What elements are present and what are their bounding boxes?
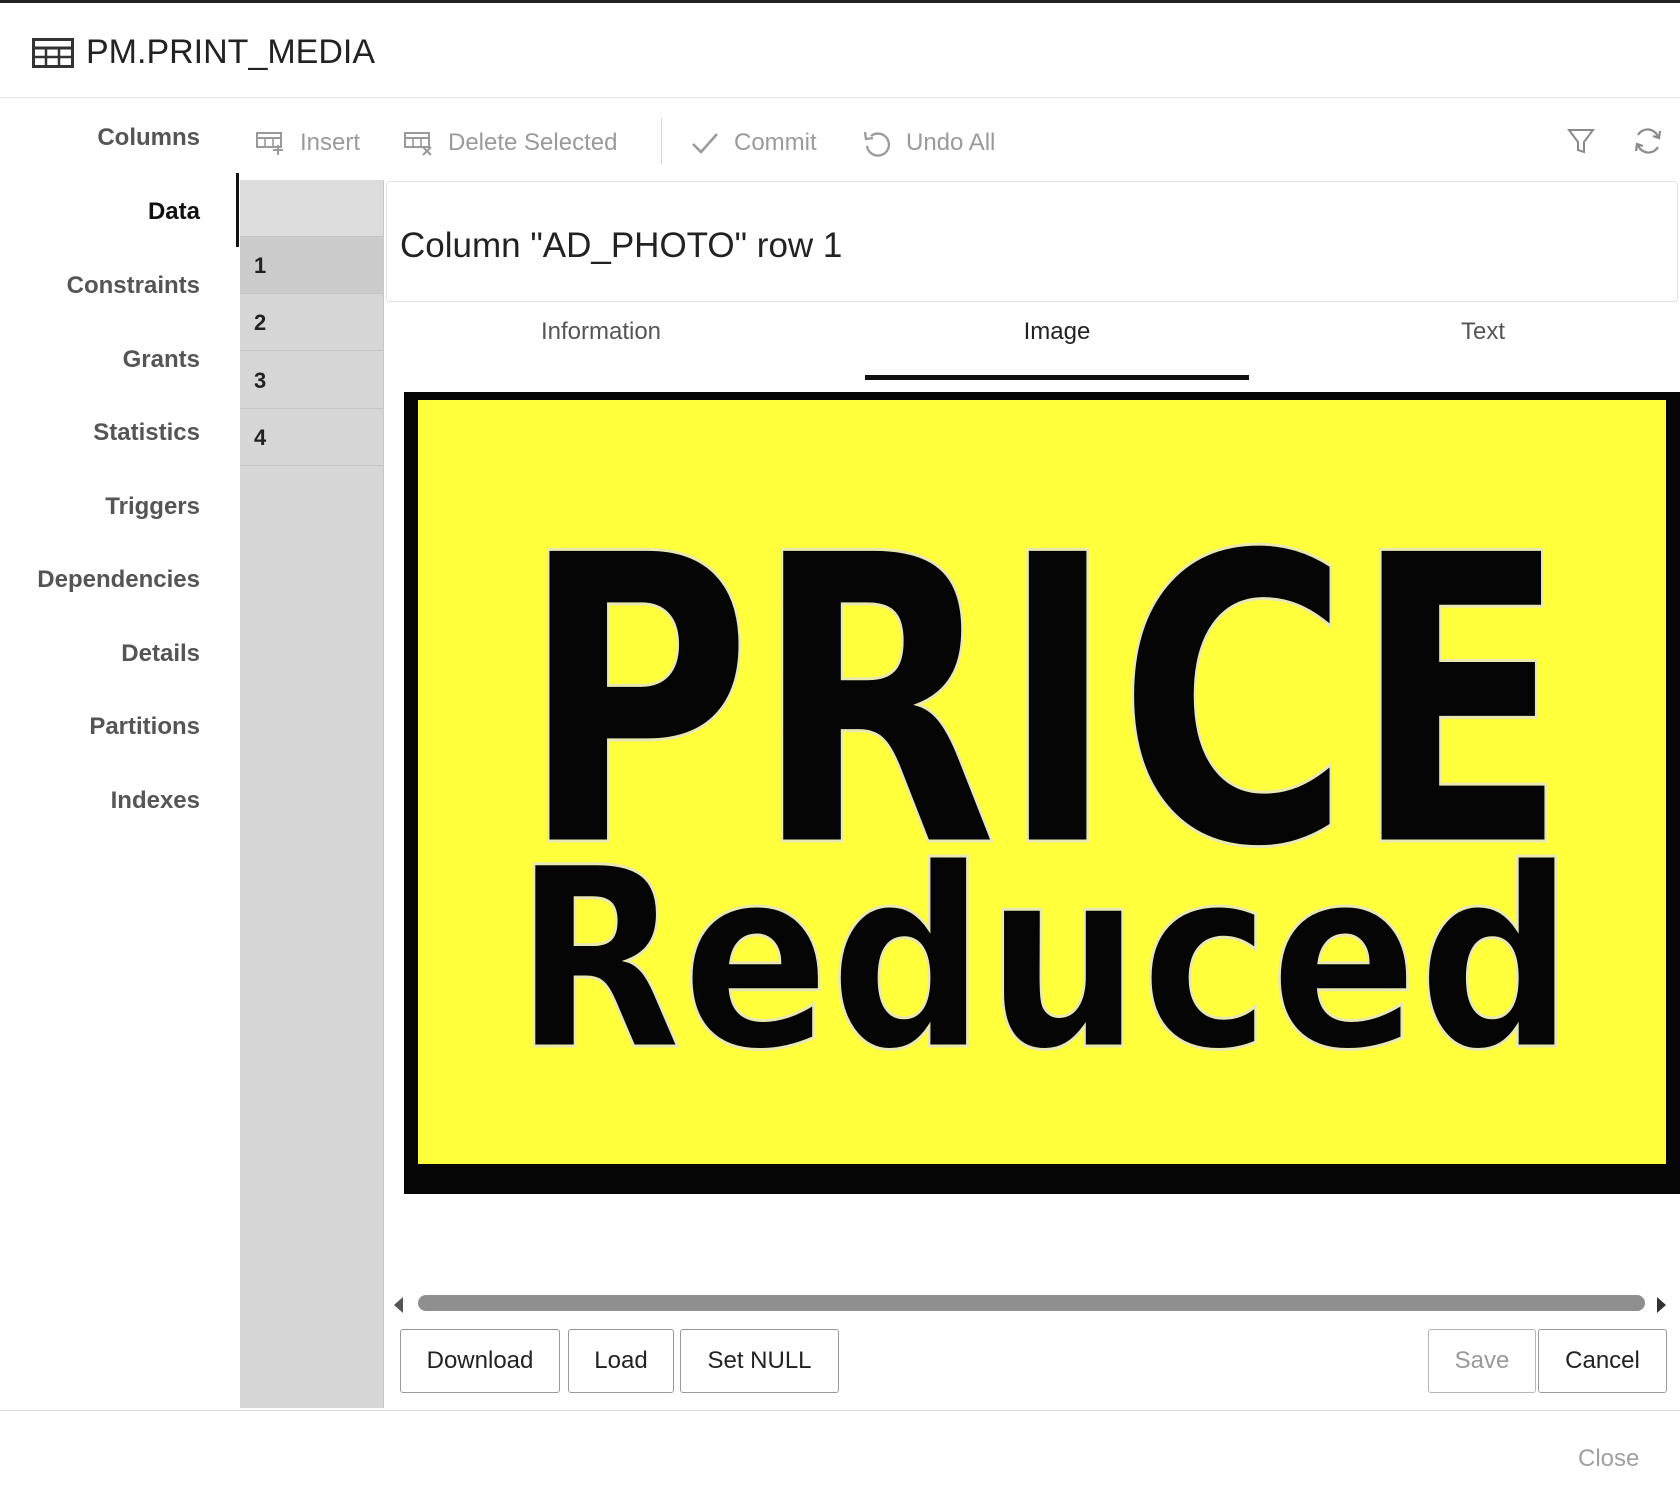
row-header-column: 1 2 3 4 bbox=[240, 180, 384, 1408]
row-header-3[interactable]: 3 bbox=[240, 352, 383, 409]
data-toolbar: Insert Delete Selected Commit Undo All bbox=[240, 100, 1680, 180]
value-editor-header: Column "AD_PHOTO" row 1 bbox=[386, 181, 1678, 302]
nav-item-partitions[interactable]: Partitions bbox=[89, 713, 200, 741]
row-header-corner[interactable] bbox=[240, 180, 383, 237]
insert-label: Insert bbox=[300, 129, 361, 156]
undo-all-label: Undo All bbox=[906, 129, 996, 156]
price-reduced-image: PRICE Reduced bbox=[404, 386, 1680, 1194]
scrollbar-thumb[interactable] bbox=[418, 1295, 1645, 1311]
tab-image[interactable]: Image bbox=[865, 307, 1249, 359]
nav-item-indexes[interactable]: Indexes bbox=[111, 787, 200, 815]
insert-button[interactable]: Insert bbox=[256, 128, 360, 158]
value-editor-title: Column "AD_PHOTO" row 1 bbox=[400, 226, 843, 265]
active-tab-indicator bbox=[865, 375, 1249, 380]
nav-active-indicator bbox=[236, 173, 239, 247]
nav-item-grants[interactable]: Grants bbox=[123, 346, 200, 374]
nav-item-columns[interactable]: Columns bbox=[97, 124, 200, 152]
nav-item-dependencies[interactable]: Dependencies bbox=[37, 566, 200, 594]
undo-icon bbox=[863, 131, 891, 157]
toolbar-divider bbox=[661, 118, 662, 164]
delete-selected-label: Delete Selected bbox=[448, 129, 618, 156]
table-delete-icon bbox=[404, 132, 432, 156]
nav-item-constraints[interactable]: Constraints bbox=[67, 272, 200, 300]
save-button[interactable]: Save bbox=[1428, 1329, 1536, 1393]
delete-selected-button[interactable]: Delete Selected bbox=[404, 128, 617, 158]
nav-item-details[interactable]: Details bbox=[121, 640, 200, 668]
tab-information[interactable]: Information bbox=[386, 307, 816, 359]
dialog-title: PM.PRINT_MEDIA bbox=[86, 33, 376, 71]
refresh-icon[interactable] bbox=[1631, 124, 1665, 158]
commit-label: Commit bbox=[734, 129, 817, 156]
nav-item-data[interactable]: Data bbox=[148, 198, 200, 226]
value-editor-tabs: Information Image Text bbox=[386, 307, 1680, 359]
row-header-1[interactable]: 1 bbox=[240, 237, 383, 294]
table-insert-icon bbox=[256, 132, 283, 155]
image-text-reduced: Reduced bbox=[514, 814, 1574, 1105]
horizontal-scrollbar[interactable] bbox=[386, 1291, 1680, 1315]
undo-all-button[interactable]: Undo All bbox=[862, 128, 995, 158]
nav-item-triggers[interactable]: Triggers bbox=[105, 493, 200, 521]
dialog-title-bar: PM.PRINT_MEDIA bbox=[0, 3, 1680, 98]
scroll-right-arrow[interactable] bbox=[1657, 1297, 1666, 1313]
dialog-footer: Close bbox=[0, 1410, 1680, 1501]
close-button[interactable]: Close bbox=[1578, 1445, 1639, 1473]
set-null-button[interactable]: Set NULL bbox=[680, 1329, 839, 1393]
load-button[interactable]: Load bbox=[568, 1329, 674, 1393]
tab-text[interactable]: Text bbox=[1286, 307, 1680, 359]
object-nav: Columns Data Constraints Grants Statisti… bbox=[0, 98, 236, 1408]
check-icon bbox=[692, 133, 718, 154]
scroll-left-arrow[interactable] bbox=[394, 1297, 403, 1313]
value-editor-panel: Column "AD_PHOTO" row 1 Information Imag… bbox=[386, 181, 1680, 1408]
commit-button[interactable]: Commit bbox=[690, 128, 817, 158]
nav-item-statistics[interactable]: Statistics bbox=[93, 419, 200, 447]
image-preview: PRICE Reduced bbox=[404, 386, 1680, 1194]
download-button[interactable]: Download bbox=[400, 1329, 560, 1393]
filter-icon[interactable] bbox=[1564, 124, 1598, 158]
table-grid-icon bbox=[32, 38, 74, 68]
cancel-button[interactable]: Cancel bbox=[1538, 1329, 1667, 1393]
row-header-2[interactable]: 2 bbox=[240, 294, 383, 351]
row-header-4[interactable]: 4 bbox=[240, 409, 383, 466]
